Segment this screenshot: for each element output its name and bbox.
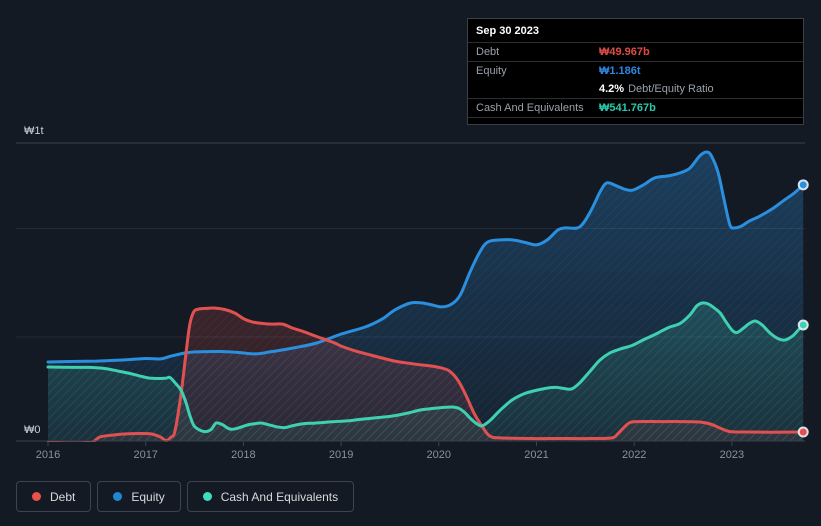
tooltip-debt-row: Debt ₩49.967b [468,43,803,62]
x-tick-label: 2017 [133,449,157,461]
tooltip-ratio-value: 4.2% [599,83,625,95]
plot-area [46,150,805,442]
tooltip-ratio-row: 4.2% Debt/Equity Ratio [468,80,803,99]
tooltip-ratio-label: Debt/Equity Ratio [628,83,714,95]
y-axis-max-label: ₩1t [24,125,44,137]
endpoint-dot-equity[interactable] [797,179,809,191]
x-tick-label: 2022 [622,449,646,461]
legend-item-cash[interactable]: Cash And Equivalents [186,481,355,512]
tooltip-equity-row: Equity ₩1.186t [468,62,803,80]
legend-item-debt-label: Debt [50,489,76,504]
tooltip-equity-label: Equity [476,65,507,77]
x-tick-label: 2020 [427,449,451,461]
equity-series-dot-icon [113,492,123,501]
tooltip-debt-label: Debt [476,46,500,58]
y-axis-zero-label: ₩0 [24,424,41,436]
endpoint-dot-cash-and-equivalents[interactable] [797,319,809,331]
x-tick-label: 2023 [720,449,744,461]
endpoint-dot-debt[interactable] [797,426,809,438]
cash-series-dot-icon [202,492,212,501]
legend-item-equity-label: Equity [131,489,165,504]
x-tick-label: 2019 [329,449,353,461]
tooltip-cash-row: Cash And Equivalents ₩541.767b [468,99,803,118]
legend-item-cash-label: Cash And Equivalents [220,489,339,504]
tooltip-equity-value: ₩1.186t [599,65,641,77]
tooltip-cash-label: Cash And Equivalents [476,102,584,114]
legend-item-equity[interactable]: Equity [97,481,181,512]
tooltip-bottom-padding [468,118,803,124]
x-tick-label: 2016 [36,449,60,461]
legend-item-debt[interactable]: Debt [16,481,92,512]
chart-legend: Debt Equity Cash And Equivalents [16,481,355,512]
chart-tooltip: Sep 30 2023 Debt ₩49.967b Equity ₩1.186t… [467,18,804,125]
tooltip-ratio-text: 4.2% Debt/Equity Ratio [599,83,714,95]
debt-series-dot-icon [32,492,41,501]
tooltip-date: Sep 30 2023 [468,19,803,43]
tooltip-debt-value: ₩49.967b [599,46,650,58]
x-tick-label: 2021 [524,449,548,461]
debt-equity-history-panel: 2016 2017 2018 2019 2020 2021 2022 2023 ₩1t ₩0 … [0,0,821,526]
tooltip-cash-value: ₩541.767b [599,102,656,114]
x-tick-label: 2018 [231,449,255,461]
